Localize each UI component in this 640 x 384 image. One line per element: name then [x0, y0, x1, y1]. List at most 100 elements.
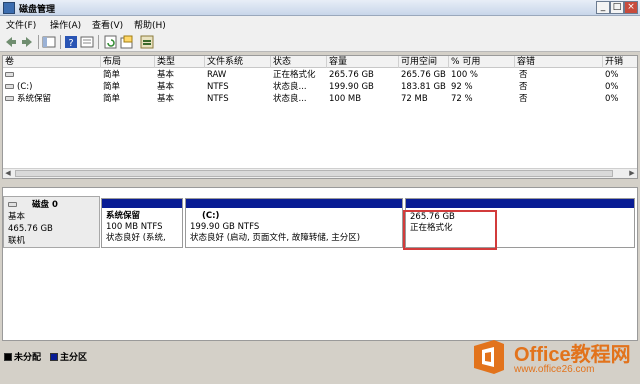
primary-partition-bar — [406, 199, 634, 208]
disk-0-info[interactable]: 磁盘 0 基本 465.76 GB 联机 — [3, 196, 100, 248]
filesystem-cell: RAW — [207, 70, 227, 80]
partition-status: 状态良好 (启动, 页面文件, 故障转储, 主分区) — [190, 233, 361, 243]
drive-icon — [5, 72, 14, 77]
legend-unallocated: 未分配 — [4, 350, 41, 363]
watermark-url: www.office26.com — [514, 364, 595, 375]
primary-swatch-icon — [50, 353, 58, 361]
watermark-brand: Office教程网 — [514, 344, 631, 366]
partition-size: 100 MB NTFS — [106, 222, 163, 232]
volume-cell: (C:) — [3, 81, 101, 93]
highlight-box — [403, 210, 497, 250]
volume-list-header: 卷 布局 类型 文件系统 状态 容量 可用空间 % 可用 容错 开销 — [3, 56, 637, 68]
free-space-cell: 72 MB — [401, 94, 428, 104]
menu-view[interactable]: 查看(V) — [92, 18, 123, 31]
table-row[interactable]: (C:) 简单 基本 NTFS 状态良... 199.90 GB 183.81 … — [3, 81, 637, 93]
forward-icon[interactable] — [20, 35, 34, 49]
scroll-right-icon[interactable]: ▶ — [627, 169, 637, 178]
type-cell: 基本 — [157, 70, 175, 80]
status-cell: 状态良... — [273, 94, 307, 104]
drive-icon — [5, 96, 14, 101]
table-row[interactable]: 系统保留 简单 基本 NTFS 状态良... 100 MB 72 MB 72 %… — [3, 93, 637, 105]
legend-primary: 主分区 — [50, 350, 87, 363]
col-percent-free[interactable]: % 可用 — [449, 56, 515, 68]
capacity-cell: 100 MB — [329, 94, 362, 104]
percent-free-cell: 92 % — [451, 82, 473, 92]
disk-state: 联机 — [8, 236, 26, 246]
col-capacity[interactable]: 容量 — [327, 56, 399, 68]
col-filesystem[interactable]: 文件系统 — [205, 56, 271, 68]
close-button[interactable]: × — [624, 1, 638, 14]
disk-size: 465.76 GB — [8, 224, 53, 234]
fault-tolerance-cell: 否 — [519, 94, 528, 104]
maximize-button[interactable]: □ — [610, 1, 624, 14]
volume-cell: 系统保留 — [3, 93, 101, 105]
fault-tolerance-cell: 否 — [519, 82, 528, 92]
minimize-button[interactable]: _ — [596, 1, 610, 14]
partition-system-reserved[interactable]: 系统保留 100 MB NTFS 状态良好 (系统, — [101, 198, 183, 248]
percent-free-cell: 72 % — [451, 94, 473, 104]
primary-partition-bar — [102, 199, 182, 208]
partition-title: 系统保留 — [106, 211, 141, 221]
console-tree-icon[interactable] — [42, 35, 56, 49]
unallocated-swatch-icon — [4, 353, 12, 361]
pane-splitter[interactable] — [0, 181, 640, 185]
disk-type: 基本 — [8, 212, 26, 222]
layout-cell: 简单 — [103, 82, 121, 92]
table-row[interactable]: 简单 基本 RAW 正在格式化 265.76 GB 265.76 GB 100 … — [3, 69, 637, 81]
partition-status: 状态良好 (系统, — [106, 233, 166, 243]
col-fault-tolerance[interactable]: 容错 — [515, 56, 603, 68]
title-bar: 磁盘管理 _ □ × — [0, 0, 640, 16]
drive-icon — [5, 84, 14, 89]
type-cell: 基本 — [157, 94, 175, 104]
properties-icon[interactable] — [80, 35, 94, 49]
free-space-cell: 265.76 GB — [401, 70, 446, 80]
menu-help[interactable]: 帮助(H) — [134, 18, 166, 31]
export-icon[interactable] — [120, 35, 134, 49]
disk-icon — [8, 202, 17, 207]
capacity-cell: 199.90 GB — [329, 82, 374, 92]
col-volume[interactable]: 卷 — [3, 56, 101, 68]
percent-free-cell: 100 % — [451, 70, 479, 80]
overhead-cell: 0% — [605, 94, 619, 104]
type-cell: 基本 — [157, 82, 175, 92]
overhead-cell: 0% — [605, 70, 619, 80]
scroll-left-icon[interactable]: ◀ — [3, 169, 13, 178]
disk-management-icon — [3, 2, 15, 14]
col-overhead[interactable]: 开销 — [603, 56, 639, 68]
partition-c[interactable]: (C:) 199.90 GB NTFS 状态良好 (启动, 页面文件, 故障转储… — [185, 198, 403, 248]
partition-title: (C:) — [202, 211, 220, 221]
col-free-space[interactable]: 可用空间 — [399, 56, 449, 68]
col-layout[interactable]: 布局 — [101, 56, 155, 68]
window-title: 磁盘管理 — [19, 5, 56, 15]
layout-cell: 简单 — [103, 70, 121, 80]
layout-cell: 简单 — [103, 94, 121, 104]
help-icon[interactable]: ? — [64, 35, 78, 49]
refresh-icon[interactable] — [104, 35, 118, 49]
volume-cell — [3, 69, 101, 81]
partition-size: 199.90 GB NTFS — [190, 222, 260, 232]
disk-name: 磁盘 0 — [32, 200, 58, 210]
disk-name-line: 磁盘 0 — [8, 199, 95, 211]
back-icon[interactable] — [4, 35, 18, 49]
scroll-thumb[interactable] — [15, 170, 613, 177]
capacity-cell: 265.76 GB — [329, 70, 374, 80]
wizard-icon[interactable] — [140, 35, 154, 49]
disk-view: 磁盘 0 基本 465.76 GB 联机 系统保留 100 MB NTFS 状态… — [2, 187, 638, 341]
col-type[interactable]: 类型 — [155, 56, 205, 68]
menu-bar: 文件(F) 操作(A) 查看(V) 帮助(H) — [0, 16, 640, 32]
status-cell: 状态良... — [273, 82, 307, 92]
primary-partition-bar — [186, 199, 402, 208]
svg-text:?: ? — [68, 38, 73, 49]
menu-action[interactable]: 操作(A) — [50, 18, 81, 31]
horizontal-scrollbar[interactable]: ◀ ▶ — [3, 168, 637, 178]
filesystem-cell: NTFS — [207, 82, 229, 92]
overhead-cell: 0% — [605, 82, 619, 92]
filesystem-cell: NTFS — [207, 94, 229, 104]
menu-file[interactable]: 文件(F) — [6, 18, 36, 31]
free-space-cell: 183.81 GB — [401, 82, 446, 92]
col-status[interactable]: 状态 — [271, 56, 327, 68]
toolbar: ? — [0, 32, 640, 52]
fault-tolerance-cell: 否 — [519, 70, 528, 80]
office-logo-icon — [474, 340, 504, 374]
status-cell: 正在格式化 — [273, 70, 316, 80]
